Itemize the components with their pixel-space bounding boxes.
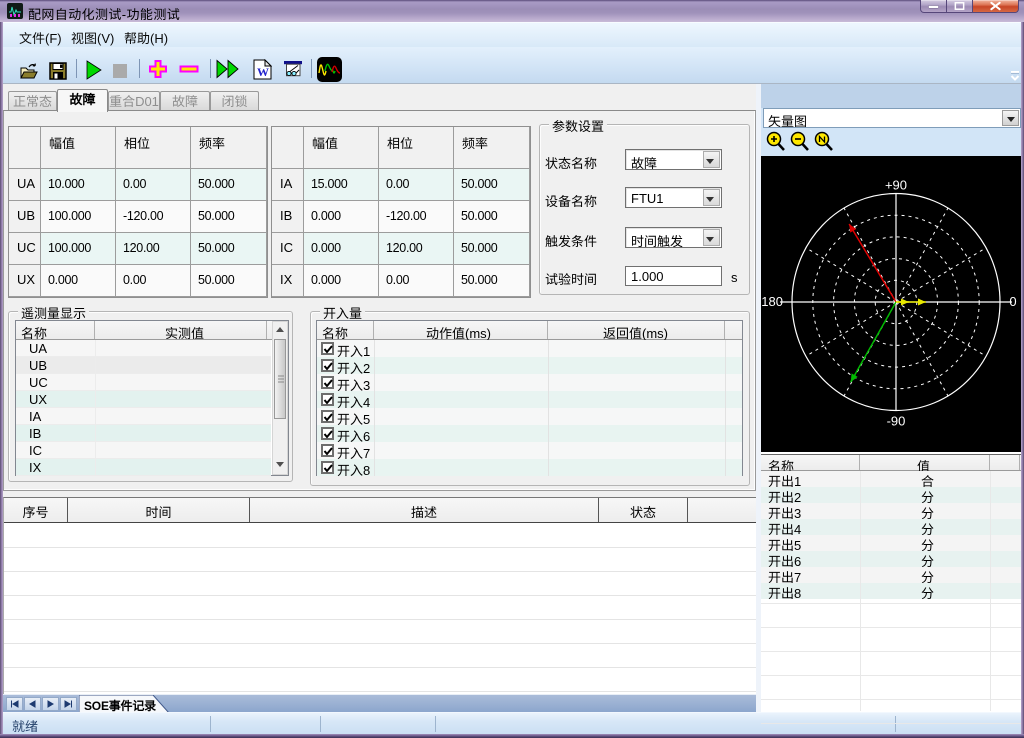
svg-text:0: 0 bbox=[1009, 294, 1016, 309]
svg-text:180: 180 bbox=[761, 294, 783, 309]
svg-text:+90: +90 bbox=[885, 178, 907, 193]
svg-text:W: W bbox=[257, 65, 269, 79]
svg-text:-90: -90 bbox=[887, 414, 906, 429]
